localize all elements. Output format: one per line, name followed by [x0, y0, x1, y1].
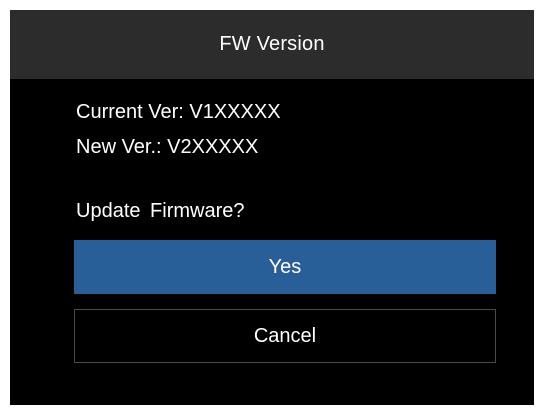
cancel-button[interactable]: Cancel	[74, 309, 496, 363]
dialog-title: FW Version	[10, 10, 534, 79]
update-question: Update Firmware?	[76, 200, 245, 222]
current-version-label: Current Ver: V1XXXXX	[76, 101, 281, 123]
yes-button[interactable]: Yes	[74, 240, 496, 294]
firmware-update-dialog: FW Version Current Ver: V1XXXXX New Ver.…	[10, 10, 534, 405]
cancel-button-label: Cancel	[253, 324, 317, 347]
yes-button-label: Yes	[268, 255, 302, 278]
new-version-label: New Ver.: V2XXXXX	[76, 136, 259, 158]
